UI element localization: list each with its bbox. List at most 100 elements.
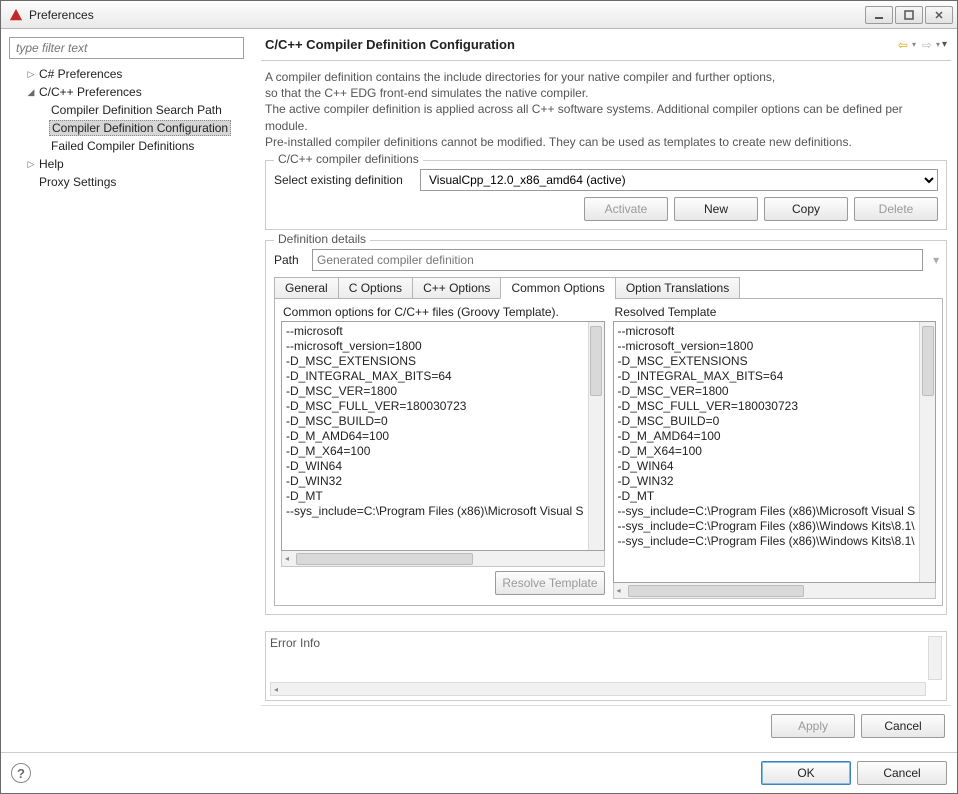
- list-item[interactable]: -D_MSC_EXTENSIONS: [618, 354, 916, 369]
- nav-forward-icon[interactable]: ⇨: [920, 38, 934, 52]
- list-item[interactable]: -D_M_AMD64=100: [286, 429, 584, 444]
- list-item[interactable]: --sys_include=C:\Program Files (x86)\Mic…: [618, 504, 916, 519]
- list-item[interactable]: -D_MSC_BUILD=0: [618, 414, 916, 429]
- template-column: Common options for C/C++ files (Groovy T…: [281, 305, 605, 599]
- tree-item-ccpp[interactable]: ◢C/C++ Preferences: [25, 83, 257, 101]
- desc-line: Pre-installed compiler definitions canno…: [265, 134, 947, 150]
- ok-button[interactable]: OK: [761, 761, 851, 785]
- list-item[interactable]: -D_M_AMD64=100: [618, 429, 916, 444]
- tree-item-search-path[interactable]: Compiler Definition Search Path: [49, 101, 257, 119]
- collapse-icon[interactable]: ◢: [25, 87, 37, 98]
- list-item[interactable]: --microsoft_version=1800: [618, 339, 916, 354]
- details-legend: Definition details: [274, 232, 370, 246]
- window-buttons: [865, 6, 953, 24]
- app-icon: [9, 8, 23, 22]
- list-item[interactable]: -D_INTEGRAL_MAX_BITS=64: [286, 369, 584, 384]
- definitions-legend: C/C++ compiler definitions: [274, 152, 423, 166]
- delete-button[interactable]: Delete: [854, 197, 938, 221]
- nav-forward-menu-icon[interactable]: ▾: [936, 40, 940, 49]
- list-item[interactable]: --sys_include=C:\Program Files (x86)\Win…: [618, 534, 916, 549]
- tab-option-translations[interactable]: Option Translations: [615, 277, 740, 299]
- list-item[interactable]: -D_WIN64: [618, 459, 916, 474]
- definitions-group: C/C++ compiler definitions Select existi…: [265, 160, 947, 230]
- definition-buttons: Activate New Copy Delete: [274, 197, 938, 221]
- tree-item-failed[interactable]: Failed Compiler Definitions: [49, 137, 257, 155]
- list-item[interactable]: -D_INTEGRAL_MAX_BITS=64: [618, 369, 916, 384]
- scrollbar-horizontal[interactable]: ◂: [613, 583, 937, 599]
- list-item[interactable]: -D_MT: [618, 489, 916, 504]
- path-field: [312, 249, 923, 271]
- help-icon[interactable]: ?: [11, 763, 31, 783]
- resolved-list[interactable]: --microsoft--microsoft_version=1800-D_MS…: [614, 322, 920, 582]
- list-item[interactable]: -D_MSC_FULL_VER=180030723: [618, 399, 916, 414]
- list-item[interactable]: -D_MSC_VER=1800: [618, 384, 916, 399]
- nav-menu-icon[interactable]: ▾: [942, 39, 947, 50]
- tab-cpp-options[interactable]: C++ Options: [412, 277, 500, 299]
- list-item[interactable]: -D_WIN32: [286, 474, 584, 489]
- list-item[interactable]: -D_MT: [286, 489, 584, 504]
- dialog-body: ▷C# Preferences ◢C/C++ Preferences Compi…: [1, 29, 957, 752]
- copy-button[interactable]: Copy: [764, 197, 848, 221]
- main-header: C/C++ Compiler Definition Configuration …: [261, 35, 951, 61]
- nav-back-menu-icon[interactable]: ▾: [912, 40, 916, 49]
- scrollbar-horizontal[interactable]: ◂: [270, 682, 926, 696]
- details-group: Definition details Path ▾ General C Opti…: [265, 240, 947, 615]
- scrollbar-vertical[interactable]: [588, 322, 604, 550]
- tree-item-csharp[interactable]: ▷C# Preferences: [25, 65, 257, 83]
- expand-icon[interactable]: ▷: [25, 159, 37, 170]
- resolved-list-container: --microsoft--microsoft_version=1800-D_MS…: [613, 321, 937, 583]
- tree-item-help[interactable]: ▷Help: [25, 155, 257, 173]
- close-button[interactable]: [925, 6, 953, 24]
- tree-item-config[interactable]: Compiler Definition Configuration: [49, 119, 257, 137]
- tab-common-options[interactable]: Common Options: [500, 277, 614, 299]
- scrollbar-horizontal[interactable]: ◂: [281, 551, 605, 567]
- list-item[interactable]: -D_WIN64: [286, 459, 584, 474]
- filter-input[interactable]: [9, 37, 244, 59]
- activate-button[interactable]: Activate: [584, 197, 668, 221]
- list-item[interactable]: -D_MSC_VER=1800: [286, 384, 584, 399]
- minimize-button[interactable]: [865, 6, 893, 24]
- list-item[interactable]: -D_MSC_BUILD=0: [286, 414, 584, 429]
- definition-select[interactable]: VisualCpp_12.0_x86_amd64 (active): [420, 169, 938, 191]
- titlebar: Preferences: [1, 1, 957, 29]
- template-list-container: --microsoft--microsoft_version=1800-D_MS…: [281, 321, 605, 551]
- scrollbar-vertical[interactable]: [928, 636, 942, 680]
- page-cancel-button[interactable]: Cancel: [861, 714, 945, 738]
- list-item[interactable]: --microsoft: [286, 324, 584, 339]
- main-panel: C/C++ Compiler Definition Configuration …: [261, 35, 951, 746]
- list-item[interactable]: --microsoft_version=1800: [286, 339, 584, 354]
- list-item[interactable]: --sys_include=C:\Program Files (x86)\Mic…: [286, 504, 584, 519]
- resolved-column: Resolved Template --microsoft--microsoft…: [613, 305, 937, 599]
- resolve-template-button[interactable]: Resolve Template: [495, 571, 604, 595]
- cancel-button[interactable]: Cancel: [857, 761, 947, 785]
- tab-c-options[interactable]: C Options: [338, 277, 412, 299]
- maximize-button[interactable]: [895, 6, 923, 24]
- nav-back-icon[interactable]: ⇦: [896, 38, 910, 52]
- tree-item-proxy[interactable]: Proxy Settings: [25, 173, 257, 191]
- window-title: Preferences: [29, 8, 865, 22]
- page-title: C/C++ Compiler Definition Configuration: [265, 37, 892, 52]
- sidebar: ▷C# Preferences ◢C/C++ Preferences Compi…: [7, 35, 257, 746]
- list-item[interactable]: -D_M_X64=100: [286, 444, 584, 459]
- desc-line: A compiler definition contains the inclu…: [265, 69, 947, 85]
- expand-icon[interactable]: ▷: [25, 69, 37, 80]
- list-item[interactable]: -D_MSC_FULL_VER=180030723: [286, 399, 584, 414]
- resolved-title: Resolved Template: [615, 305, 937, 319]
- template-title: Common options for C/C++ files (Groovy T…: [283, 305, 605, 319]
- desc-line: so that the C++ EDG front-end simulates …: [265, 85, 947, 101]
- error-info-label: Error Info: [270, 636, 320, 650]
- template-list[interactable]: --microsoft--microsoft_version=1800-D_MS…: [282, 322, 588, 550]
- scrollbar-vertical[interactable]: [919, 322, 935, 582]
- apply-button[interactable]: Apply: [771, 714, 855, 738]
- path-label: Path: [274, 253, 306, 267]
- list-item[interactable]: --microsoft: [618, 324, 916, 339]
- tab-general[interactable]: General: [274, 277, 338, 299]
- preference-tree: ▷C# Preferences ◢C/C++ Preferences Compi…: [7, 65, 257, 746]
- list-item[interactable]: --sys_include=C:\Program Files (x86)\Win…: [618, 519, 916, 534]
- main-scroll-area: A compiler definition contains the inclu…: [261, 61, 951, 705]
- new-button[interactable]: New: [674, 197, 758, 221]
- path-dropdown-icon[interactable]: ▾: [929, 253, 943, 267]
- list-item[interactable]: -D_M_X64=100: [618, 444, 916, 459]
- list-item[interactable]: -D_MSC_EXTENSIONS: [286, 354, 584, 369]
- list-item[interactable]: -D_WIN32: [618, 474, 916, 489]
